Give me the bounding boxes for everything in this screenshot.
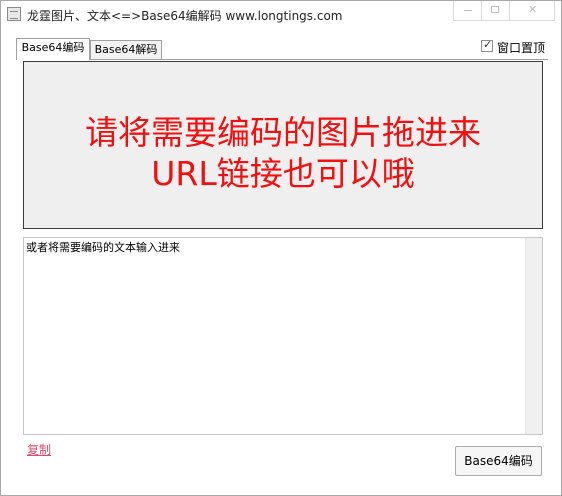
maximize-icon [491, 6, 499, 13]
text-input-value: 或者将需要编码的文本输入进来 [26, 241, 180, 254]
close-icon: ✕ [528, 3, 538, 16]
always-on-top-checkbox[interactable]: ✓ [481, 38, 493, 52]
app-icon [7, 7, 21, 21]
close-button[interactable]: ✕ [509, 1, 555, 21]
minimize-button[interactable] [453, 1, 481, 21]
tab-base64-decode[interactable]: Base64解码 [90, 40, 162, 60]
tab-divider [16, 59, 548, 60]
always-on-top-label: 窗口置顶 [497, 41, 546, 55]
app-window: 龙霆图片、文本<=>Base64编解码 www.longtings.com ✕ … [0, 0, 562, 496]
copy-link[interactable]: 复制 [27, 441, 51, 458]
text-input-scrollbar[interactable] [525, 238, 542, 434]
image-drop-zone[interactable]: 请将需要编码的图片拖进来 URL链接也可以哦 [23, 61, 543, 229]
drop-hint-line2: URL链接也可以哦 [151, 154, 415, 193]
tab-base64-encode[interactable]: Base64编码 [16, 38, 90, 60]
window-title: 龙霆图片、文本<=>Base64编解码 www.longtings.com [27, 9, 343, 23]
title-bar[interactable]: 龙霆图片、文本<=>Base64编解码 www.longtings.com ✕ [1, 1, 561, 29]
maximize-button[interactable] [481, 1, 509, 21]
text-input-area[interactable]: 或者将需要编码的文本输入进来 [23, 237, 543, 435]
check-icon: ✓ [483, 38, 493, 51]
base64-encode-button[interactable]: Base64编码 [455, 446, 542, 476]
minimize-icon [464, 10, 472, 11]
